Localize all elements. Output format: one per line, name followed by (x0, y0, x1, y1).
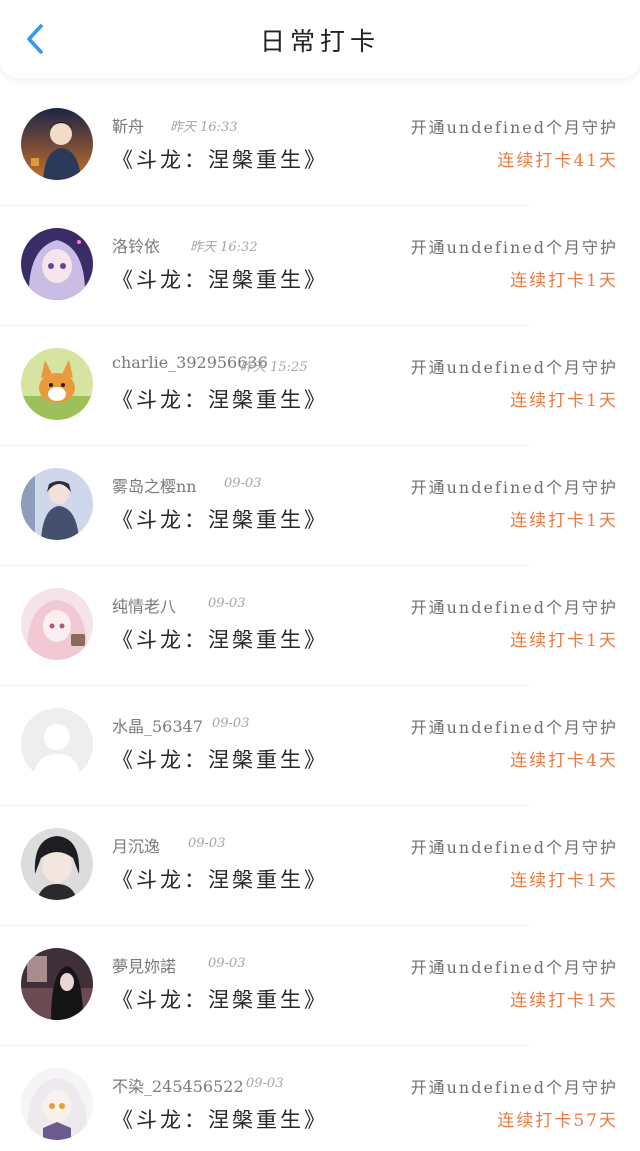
guard-info: 开通undefined个月守护 (410, 1078, 618, 1097)
user-avatar[interactable] (21, 1068, 93, 1140)
streak-count: 连续打卡1天 (510, 511, 618, 531)
guard-info: 开通undefined个月守护 (410, 838, 618, 857)
streak-count: 连续打卡1天 (510, 271, 618, 291)
checkin-time: 09-03 (208, 596, 246, 611)
book-title: 《斗龙：涅槃重生》 (112, 748, 328, 772)
checkin-list: 靳舟 昨天 16:33 《斗龙：涅槃重生》 开通undefined个月守护 连续… (0, 86, 640, 1151)
checkin-row[interactable]: 雾岛之樱nn 09-03 《斗龙：涅槃重生》 开通undefined个月守护 连… (0, 446, 640, 566)
guard-info: 开通undefined个月守护 (410, 118, 618, 137)
user-avatar[interactable] (21, 228, 93, 300)
checkin-time: 09-03 (224, 476, 262, 491)
checkin-row[interactable]: charlie_392956636 昨天 15:25 《斗龙：涅槃重生》 开通u… (0, 326, 640, 446)
top-bar: 日常打卡 (0, 0, 640, 78)
user-name: 不染_245456522 (112, 1077, 244, 1096)
checkin-time: 09-03 (212, 716, 250, 731)
user-name: 靳舟 (112, 117, 145, 136)
streak-count: 连续打卡1天 (510, 631, 618, 651)
user-avatar[interactable] (21, 828, 93, 900)
checkin-screen: 日常打卡 靳舟 昨天 16:33 《斗龙：涅槃重生》 开通undefined个月… (0, 0, 640, 1151)
guard-info: 开通undefined个月守护 (410, 598, 618, 617)
page-title: 日常打卡 (259, 27, 380, 56)
user-avatar[interactable] (21, 108, 93, 180)
user-avatar[interactable] (21, 588, 93, 660)
book-title: 《斗龙：涅槃重生》 (112, 388, 328, 412)
streak-count: 连续打卡57天 (497, 1111, 618, 1131)
book-title: 《斗龙：涅槃重生》 (112, 1108, 328, 1132)
user-avatar[interactable] (21, 708, 93, 780)
user-name: 雾岛之樱nn (112, 477, 197, 496)
streak-count: 连续打卡1天 (510, 991, 618, 1011)
streak-count: 连续打卡1天 (510, 871, 618, 891)
book-title: 《斗龙：涅槃重生》 (112, 508, 328, 532)
checkin-time: 09-03 (188, 836, 226, 851)
guard-info: 开通undefined个月守护 (410, 238, 618, 257)
book-title: 《斗龙：涅槃重生》 (112, 868, 328, 892)
streak-count: 连续打卡4天 (510, 751, 618, 771)
checkin-time: 昨天 16:33 (170, 120, 238, 135)
book-title: 《斗龙：涅槃重生》 (112, 628, 328, 652)
guard-info: 开通undefined个月守护 (410, 358, 618, 377)
streak-count: 连续打卡1天 (510, 391, 618, 411)
book-title: 《斗龙：涅槃重生》 (112, 988, 328, 1012)
user-name: 纯情老八 (112, 597, 177, 616)
checkin-row[interactable]: 纯情老八 09-03 《斗龙：涅槃重生》 开通undefined个月守护 连续打… (0, 566, 640, 686)
streak-count: 连续打卡41天 (497, 151, 618, 171)
book-title: 《斗龙：涅槃重生》 (112, 268, 328, 292)
checkin-time: 09-03 (246, 1076, 284, 1091)
user-avatar[interactable] (21, 468, 93, 540)
user-name: 水晶_56347 (112, 717, 203, 736)
guard-info: 开通undefined个月守护 (410, 718, 618, 737)
user-name: 月沉逸 (112, 837, 161, 856)
book-title: 《斗龙：涅槃重生》 (112, 148, 328, 172)
guard-info: 开通undefined个月守护 (410, 478, 618, 497)
user-name: 洛铃依 (112, 237, 161, 256)
checkin-row[interactable]: 不染_245456522 09-03 《斗龙：涅槃重生》 开通undefined… (0, 1046, 640, 1151)
user-name: 夢見妳諾 (112, 957, 177, 976)
checkin-row[interactable]: 洛铃依 昨天 16:32 《斗龙：涅槃重生》 开通undefined个月守护 连… (0, 206, 640, 326)
checkin-time: 昨天 15:25 (240, 360, 308, 375)
checkin-time: 昨天 16:32 (190, 240, 258, 255)
user-avatar[interactable] (21, 348, 93, 420)
checkin-row[interactable]: 夢見妳諾 09-03 《斗龙：涅槃重生》 开通undefined个月守护 连续打… (0, 926, 640, 1046)
checkin-row[interactable]: 水晶_56347 09-03 《斗龙：涅槃重生》 开通undefined个月守护… (0, 686, 640, 806)
guard-info: 开通undefined个月守护 (410, 958, 618, 977)
checkin-row[interactable]: 靳舟 昨天 16:33 《斗龙：涅槃重生》 开通undefined个月守护 连续… (0, 86, 640, 206)
checkin-time: 09-03 (208, 956, 246, 971)
user-avatar[interactable] (21, 948, 93, 1020)
checkin-row[interactable]: 月沉逸 09-03 《斗龙：涅槃重生》 开通undefined个月守护 连续打卡… (0, 806, 640, 926)
